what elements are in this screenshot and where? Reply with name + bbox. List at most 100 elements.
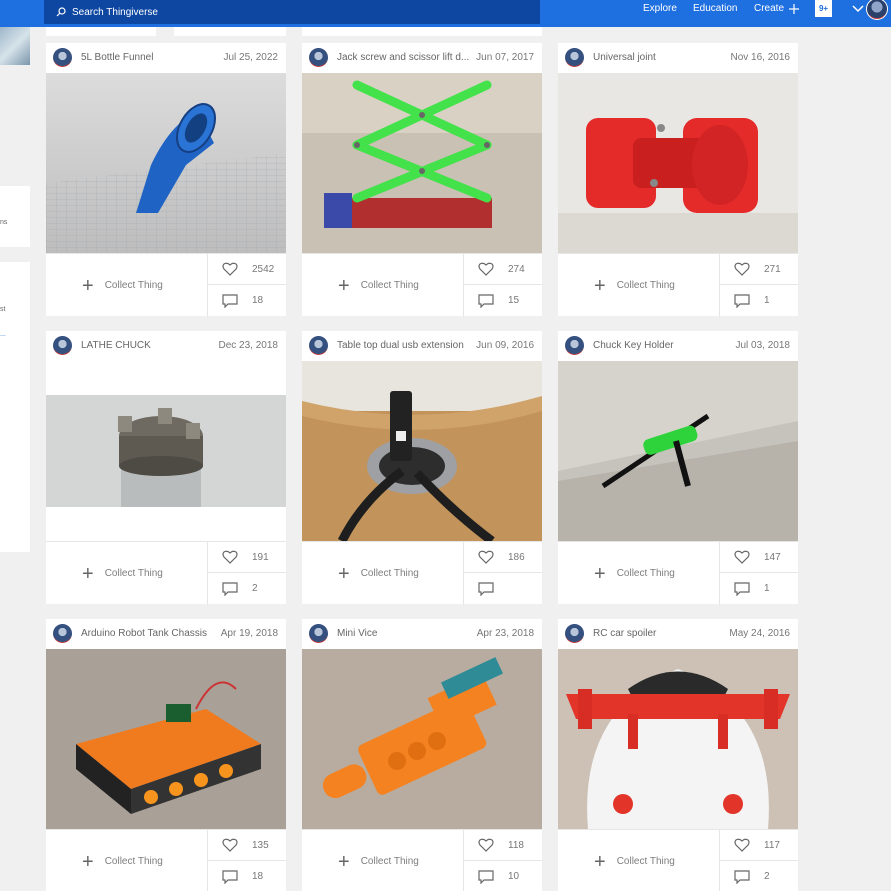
card-thumbnail[interactable] (302, 649, 542, 829)
collect-thing-button[interactable]: + Collect Thing (302, 254, 463, 317)
like-button[interactable]: 271 (720, 254, 799, 285)
search-input[interactable]: Search Thingiverse (44, 0, 540, 24)
chevron-down-icon[interactable] (852, 5, 864, 13)
comment-button[interactable]: 18 (208, 861, 287, 891)
comment-icon (222, 293, 238, 308)
card-thumbnail[interactable] (46, 361, 286, 541)
collect-thing-button[interactable]: + Collect Thing (46, 542, 207, 605)
card-title[interactable]: LATHE CHUCK (81, 340, 216, 351)
collect-label: Collect Thing (616, 856, 675, 867)
thing-card[interactable]: Universal joint Nov 16, 2016 + Collect Th… (558, 43, 799, 317)
comment-button[interactable]: 2 (208, 573, 287, 604)
heart-icon (222, 838, 238, 852)
like-button[interactable]: 274 (464, 254, 543, 285)
card-stats: 2542 18 (207, 254, 287, 317)
comment-button[interactable]: 1 (720, 285, 799, 316)
user-avatar[interactable] (866, 0, 888, 20)
like-button[interactable]: 147 (720, 542, 799, 573)
card-thumbnail[interactable] (302, 73, 542, 253)
comment-button[interactable]: 18 (208, 285, 287, 316)
card-title[interactable]: Jack screw and scissor lift d... (337, 52, 472, 63)
card-date: Jul 25, 2022 (223, 52, 279, 63)
creator-avatar[interactable] (565, 48, 584, 67)
card-title[interactable]: RC car spoiler (593, 628, 728, 639)
creator-avatar[interactable] (53, 48, 72, 67)
card-header: Chuck Key Holder Jul 03, 2018 (558, 331, 798, 361)
card-date: Jul 03, 2018 (735, 340, 791, 351)
heart-icon (478, 262, 494, 276)
card-footer: + Collect Thing 271 1 (558, 253, 799, 317)
comment-button[interactable] (464, 573, 543, 604)
like-count: 186 (508, 551, 525, 563)
card-stub (46, 27, 156, 36)
creator-avatar[interactable] (309, 336, 328, 355)
card-title[interactable]: Arduino Robot Tank Chassis (81, 628, 216, 639)
like-button[interactable]: 191 (208, 542, 287, 573)
card-title[interactable]: Table top dual usb extension (337, 340, 472, 351)
sidebar-image (0, 27, 30, 65)
sidebar-link[interactable]: ... (0, 331, 6, 338)
like-button[interactable]: 2542 (208, 254, 287, 285)
sidebar-text: ns (0, 219, 8, 226)
thing-card[interactable]: Chuck Key Holder Jul 03, 2018 + Collect T… (558, 331, 799, 605)
card-thumbnail[interactable] (558, 361, 798, 541)
plus-icon: + (594, 562, 606, 585)
collect-label: Collect Thing (104, 856, 163, 867)
creator-avatar[interactable] (565, 336, 584, 355)
creator-avatar[interactable] (309, 624, 328, 643)
thing-card[interactable]: LATHE CHUCK Dec 23, 2018 + Collect Thing … (46, 331, 287, 605)
nav-create[interactable]: Create (754, 3, 800, 15)
comment-button[interactable]: 15 (464, 285, 543, 316)
plus-icon: + (82, 274, 94, 297)
card-thumbnail[interactable] (46, 73, 286, 253)
thing-card[interactable]: Table top dual usb extension Jun 09, 201… (302, 331, 543, 605)
comment-count: 18 (252, 295, 264, 306)
collect-thing-button[interactable]: + Collect Thing (558, 830, 719, 891)
card-date: Dec 23, 2018 (218, 340, 279, 351)
card-title[interactable]: Mini Vice (337, 628, 472, 639)
like-button[interactable]: 117 (720, 830, 799, 861)
nav-create-label: Create (754, 3, 785, 14)
collect-thing-button[interactable]: + Collect Thing (46, 254, 207, 317)
comment-icon (734, 293, 750, 308)
thing-card[interactable]: 5L Bottle Funnel Jul 25, 2022 + Collect T… (46, 43, 287, 317)
card-thumbnail[interactable] (558, 649, 798, 829)
comment-button[interactable]: 2 (720, 861, 799, 891)
collect-thing-button[interactable]: + Collect Thing (302, 542, 463, 605)
card-thumbnail[interactable] (46, 649, 286, 829)
comment-icon (222, 581, 238, 596)
card-header: Universal joint Nov 16, 2016 (558, 43, 798, 73)
creator-avatar[interactable] (53, 624, 72, 643)
creator-avatar[interactable] (309, 48, 328, 67)
thing-card[interactable]: Mini Vice Apr 23, 2018 + Collect Thing 11… (302, 619, 543, 891)
collect-label: Collect Thing (360, 280, 419, 291)
nav-education[interactable]: Education (693, 3, 737, 15)
card-title[interactable]: 5L Bottle Funnel (81, 52, 216, 63)
creator-avatar[interactable] (53, 336, 72, 355)
collect-thing-button[interactable]: + Collect Thing (558, 254, 719, 317)
nav-explore[interactable]: Explore (643, 3, 677, 15)
creator-avatar[interactable] (565, 624, 584, 643)
comment-button[interactable]: 10 (464, 861, 543, 891)
card-title[interactable]: Universal joint (593, 52, 728, 63)
card-thumbnail[interactable] (302, 361, 542, 541)
thing-card[interactable]: RC car spoiler May 24, 2016 + Collect Thi… (558, 619, 799, 891)
card-title[interactable]: Chuck Key Holder (593, 340, 728, 351)
thing-card[interactable]: Arduino Robot Tank Chassis Apr 19, 2018 … (46, 619, 287, 891)
card-stub (302, 27, 542, 36)
card-header: LATHE CHUCK Dec 23, 2018 (46, 331, 286, 361)
collect-thing-button[interactable]: + Collect Thing (46, 830, 207, 891)
like-button[interactable]: 135 (208, 830, 287, 861)
notification-badge[interactable]: 9+ (815, 0, 832, 17)
card-header: Table top dual usb extension Jun 09, 201… (302, 331, 542, 361)
collect-thing-button[interactable]: + Collect Thing (558, 542, 719, 605)
heart-icon (478, 550, 494, 564)
collect-label: Collect Thing (104, 280, 163, 291)
thing-card[interactable]: Jack screw and scissor lift d... Jun 07,… (302, 43, 543, 317)
plus-icon: + (594, 274, 606, 297)
like-button[interactable]: 186 (464, 542, 543, 573)
collect-thing-button[interactable]: + Collect Thing (302, 830, 463, 891)
comment-button[interactable]: 1 (720, 573, 799, 604)
like-button[interactable]: 118 (464, 830, 543, 861)
card-thumbnail[interactable] (558, 73, 798, 253)
